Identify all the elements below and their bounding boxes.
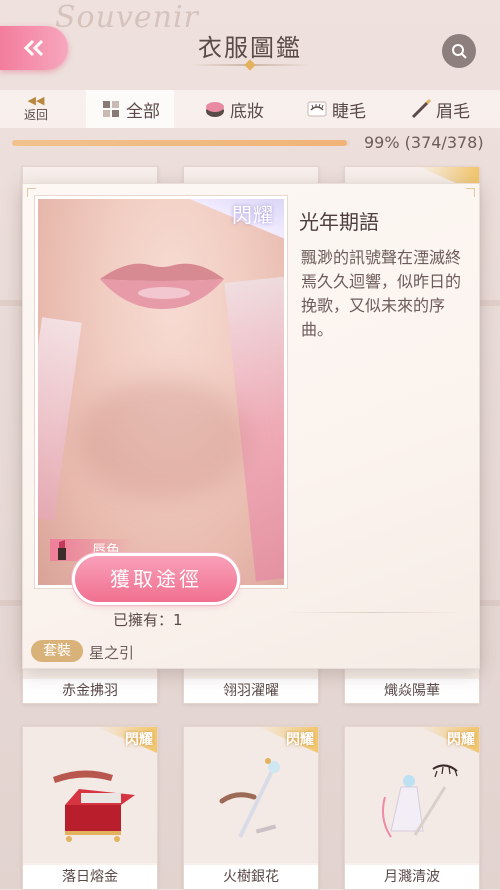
item-name: 光年期語 [299, 210, 379, 234]
item-card-name: 翎羽濯曜 [184, 679, 318, 703]
acquire-route-button[interactable]: 獲取途徑 [75, 556, 237, 602]
lipstick-icon [58, 540, 66, 560]
item-card[interactable]: 閃耀 落日熔金 [22, 726, 158, 890]
double-arrow-left-icon: ◀◀ [27, 94, 45, 107]
owned-count: 已擁有：1 [113, 611, 183, 629]
flash-badge: 閃耀 [232, 203, 274, 227]
item-card-name: 熾焱陽華 [345, 679, 479, 703]
item-description: 飄渺的訊號聲在湮滅終焉久久迴響，似昨日的挽歌，又似未來的序曲。 [301, 248, 462, 339]
tab-eyelash-label: 睫毛 [332, 101, 366, 122]
page-title: 衣服圖鑑 [198, 34, 302, 62]
title-ornament [190, 64, 310, 66]
progress-text: 99% (374/378) [364, 133, 484, 152]
tab-back[interactable]: ◀◀ 返回 [0, 90, 72, 128]
tab-all-label: 全部 [126, 101, 160, 122]
flash-label: 閃耀 [447, 732, 475, 748]
set-name[interactable]: 星之引 [89, 642, 134, 663]
eyelash-icon [307, 101, 327, 117]
tab-foundation[interactable]: 底妝 [204, 90, 264, 128]
flash-label: 閃耀 [286, 732, 314, 748]
compact-icon [206, 102, 224, 117]
divider [285, 612, 461, 613]
item-card-name: 火樹銀花 [184, 865, 318, 889]
tab-eyebrow-label: 眉毛 [436, 101, 470, 122]
item-detail-popup: 閃耀 唇色 獲取途徑 已擁有：1 套裝 星之引 光年期語 飄渺的訊號聲在湮滅終焉… [22, 183, 480, 669]
search-button[interactable] [442, 34, 476, 68]
eyebrow-pencil-icon [411, 98, 432, 119]
item-card-name: 落日熔金 [23, 865, 157, 889]
item-card[interactable]: 閃耀 月濺清波 [344, 726, 480, 890]
tab-eyelash[interactable]: 睫毛 [306, 90, 366, 128]
progress-fill [12, 140, 347, 146]
tab-eyebrow[interactable]: 眉毛 [410, 90, 470, 128]
category-tabs: ◀◀ 返回 全部 底妝 睫毛 眉毛 [0, 90, 500, 128]
grid-icon [103, 101, 119, 117]
item-card-name: 赤金拂羽 [23, 679, 157, 703]
item-card-name: 月濺清波 [345, 865, 479, 889]
collection-progress-bar [12, 140, 350, 146]
lips-preview [100, 263, 224, 309]
tab-all[interactable]: 全部 [86, 90, 174, 128]
set-badge: 套裝 [31, 640, 83, 662]
item-preview-image: 閃耀 唇色 [35, 196, 287, 588]
item-card[interactable]: 閃耀 火樹銀花 [183, 726, 319, 890]
tab-back-label: 返回 [23, 108, 48, 122]
header: 衣服圖鑑 [0, 0, 500, 88]
tab-foundation-label: 底妝 [230, 101, 264, 122]
search-icon [452, 44, 467, 59]
flash-label: 閃耀 [125, 732, 153, 748]
